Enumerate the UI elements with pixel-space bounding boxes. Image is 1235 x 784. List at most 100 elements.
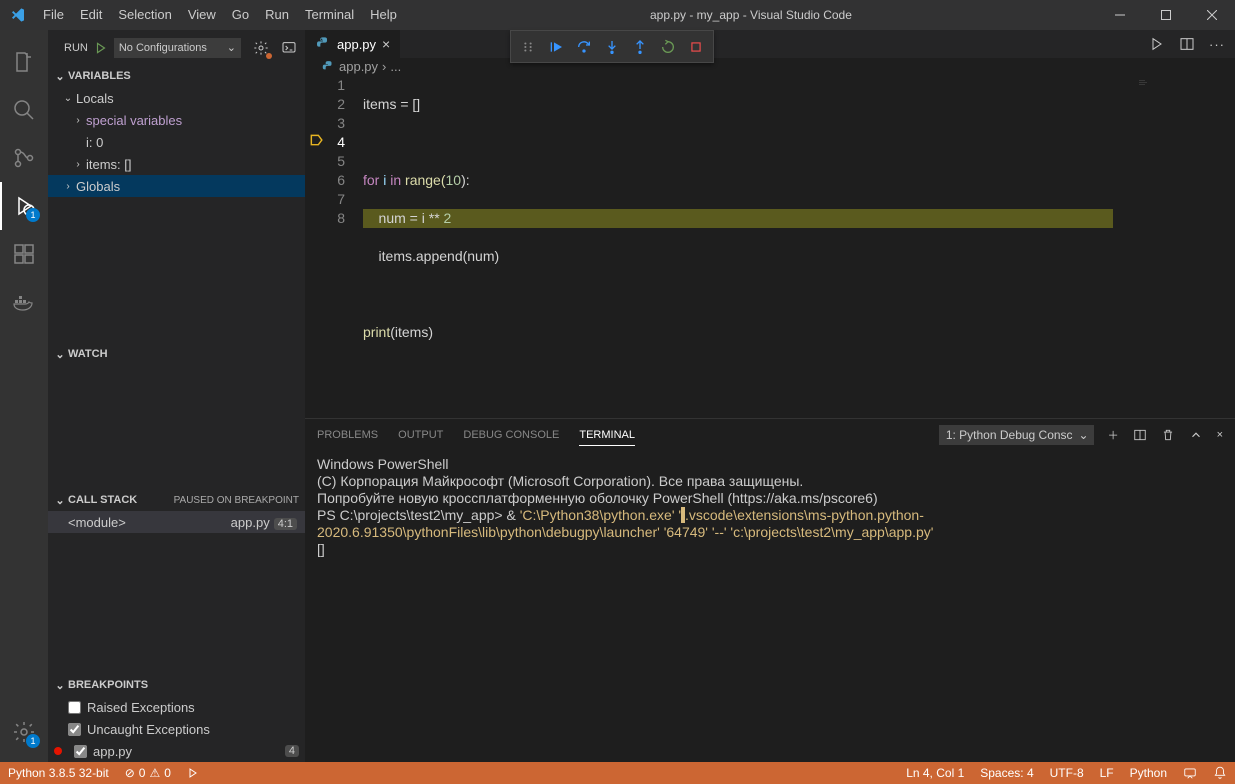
watch-header[interactable]: ⌄WATCH	[48, 343, 305, 365]
maximize-panel-icon[interactable]	[1189, 428, 1203, 442]
drag-handle-icon[interactable]	[515, 34, 541, 60]
panel-area: PROBLEMS OUTPUT DEBUG CONSOLE TERMINAL 1…	[305, 418, 1235, 762]
chevron-right-icon: ›	[382, 59, 386, 74]
terminal-selector[interactable]: 1: Python Debug Consc ⌄	[939, 425, 1094, 445]
warning-icon: ⚠	[149, 766, 160, 780]
step-over-icon[interactable]	[571, 34, 597, 60]
run-debug-icon[interactable]: 1	[0, 182, 48, 230]
editor-tabs: app.py × ···	[305, 30, 1235, 58]
close-panel-icon[interactable]: ×	[1217, 429, 1223, 441]
panel-tabs: PROBLEMS OUTPUT DEBUG CONSOLE TERMINAL 1…	[305, 419, 1235, 452]
crumb-file[interactable]: app.py	[339, 59, 378, 74]
panel-tab-output[interactable]: OUTPUT	[398, 425, 443, 445]
docker-icon[interactable]	[0, 278, 48, 326]
debug-badge: 1	[26, 208, 40, 222]
crumb-more[interactable]: ...	[390, 59, 401, 74]
gear-icon[interactable]	[253, 40, 269, 56]
bp-file-checkbox[interactable]	[74, 745, 87, 758]
bp-file-row[interactable]: app.py4	[48, 740, 305, 762]
panel-tab-problems[interactable]: PROBLEMS	[317, 425, 378, 445]
step-into-icon[interactable]	[599, 34, 625, 60]
stack-frame-row[interactable]: <module> app.py4:1	[48, 511, 305, 533]
minimize-icon[interactable]	[1097, 0, 1143, 30]
chevron-right-icon: ›	[60, 181, 76, 192]
variable-items[interactable]: ›items: []	[48, 153, 305, 175]
locals-node[interactable]: ⌄Locals	[48, 87, 305, 109]
status-python-version[interactable]: Python 3.8.5 32-bit	[0, 766, 117, 780]
more-icon[interactable]: ···	[1209, 37, 1225, 52]
breakpoints-header[interactable]: ⌄BREAKPOINTS	[48, 674, 305, 696]
globals-node[interactable]: ›Globals	[48, 175, 305, 197]
status-ln-col[interactable]: Ln 4, Col 1	[898, 766, 972, 780]
tab-close-icon[interactable]: ×	[382, 36, 390, 52]
bp-line-number: 4	[285, 745, 299, 757]
status-start-debug[interactable]	[179, 767, 207, 779]
menu-go[interactable]: Go	[224, 0, 257, 30]
chevron-down-icon: ⌄	[52, 70, 68, 83]
chevron-right-icon: ›	[70, 115, 86, 126]
panel-tab-debug-console[interactable]: DEBUG CONSOLE	[463, 425, 559, 445]
config-dropdown[interactable]: No Configurations ⌄	[114, 38, 241, 58]
status-problems[interactable]: ⊘0 ⚠0	[117, 766, 179, 780]
code-content[interactable]: items = [] for i in range(10): num = i *…	[363, 76, 1235, 418]
new-terminal-icon[interactable]: ＋	[1108, 427, 1119, 443]
menu-help[interactable]: Help	[362, 0, 405, 30]
settings-gear-icon[interactable]: 1	[0, 708, 48, 756]
chevron-down-icon: ⌄	[52, 494, 68, 507]
variables-header[interactable]: ⌄VARIABLES	[48, 65, 305, 87]
variable-i[interactable]: i: 0	[48, 131, 305, 153]
continue-icon[interactable]	[543, 34, 569, 60]
run-file-icon[interactable]	[1149, 36, 1165, 52]
status-spaces[interactable]: Spaces: 4	[972, 766, 1041, 780]
code-editor[interactable]: 1 2 3 4 5 6 7 8 items = [] for i in rang…	[305, 76, 1235, 418]
menu-run[interactable]: Run	[257, 0, 297, 30]
chevron-down-icon: ⌄	[52, 348, 68, 361]
debug-console-icon[interactable]	[281, 40, 297, 56]
chevron-down-icon: ⌄	[227, 41, 236, 54]
restart-icon[interactable]	[655, 34, 681, 60]
menu-edit[interactable]: Edit	[72, 0, 110, 30]
extensions-icon[interactable]	[0, 230, 48, 278]
step-out-icon[interactable]	[627, 34, 653, 60]
panel-tab-terminal[interactable]: TERMINAL	[579, 425, 635, 446]
special-variables-node[interactable]: ›special variables	[48, 109, 305, 131]
split-terminal-icon[interactable]	[1133, 428, 1147, 442]
python-file-icon	[321, 60, 335, 74]
debug-toolbar[interactable]	[510, 30, 714, 63]
bp-raised-exceptions[interactable]: Raised Exceptions	[48, 696, 305, 718]
line-number-gutter: 1 2 3 4 5 6 7 8	[305, 76, 363, 418]
menu-file[interactable]: File	[35, 0, 72, 30]
menu-selection[interactable]: Selection	[110, 0, 179, 30]
menu-view[interactable]: View	[180, 0, 224, 30]
maximize-icon[interactable]	[1143, 0, 1189, 30]
start-debug-icon[interactable]	[94, 41, 108, 55]
menubar: File Edit Selection View Go Run Terminal…	[35, 0, 405, 30]
tab-app-py[interactable]: app.py ×	[305, 30, 400, 58]
callstack-status: PAUSED ON BREAKPOINT	[174, 495, 305, 506]
breadcrumbs[interactable]: app.py › ...	[305, 58, 1235, 76]
kill-terminal-icon[interactable]	[1161, 428, 1175, 442]
feedback-icon[interactable]	[1175, 766, 1205, 780]
status-encoding[interactable]: UTF-8	[1042, 766, 1092, 780]
status-language[interactable]: Python	[1122, 766, 1175, 780]
bp-uncaught-exceptions[interactable]: Uncaught Exceptions	[48, 718, 305, 740]
stack-position: 4:1	[274, 518, 297, 530]
split-editor-icon[interactable]	[1179, 36, 1195, 52]
bp-uncaught-checkbox[interactable]	[68, 723, 81, 736]
breakpoint-dot-icon	[54, 747, 62, 755]
source-control-icon[interactable]	[0, 134, 48, 182]
vscode-logo-icon	[0, 7, 35, 23]
callstack-header[interactable]: ⌄ CALL STACK PAUSED ON BREAKPOINT	[48, 489, 305, 511]
bp-raised-checkbox[interactable]	[68, 701, 81, 714]
menu-terminal[interactable]: Terminal	[297, 0, 362, 30]
explorer-icon[interactable]	[0, 38, 48, 86]
editor-area: app.py × ··· app.py ›	[305, 30, 1235, 762]
run-label: RUN	[64, 42, 88, 54]
close-icon[interactable]	[1189, 0, 1235, 30]
stop-icon[interactable]	[683, 34, 709, 60]
terminal[interactable]: Windows PowerShell (C) Корпорация Майкро…	[305, 452, 1235, 762]
search-icon[interactable]	[0, 86, 48, 134]
status-eol[interactable]: LF	[1092, 766, 1122, 780]
run-panel-header: RUN No Configurations ⌄	[48, 30, 305, 65]
notifications-icon[interactable]	[1205, 766, 1235, 780]
